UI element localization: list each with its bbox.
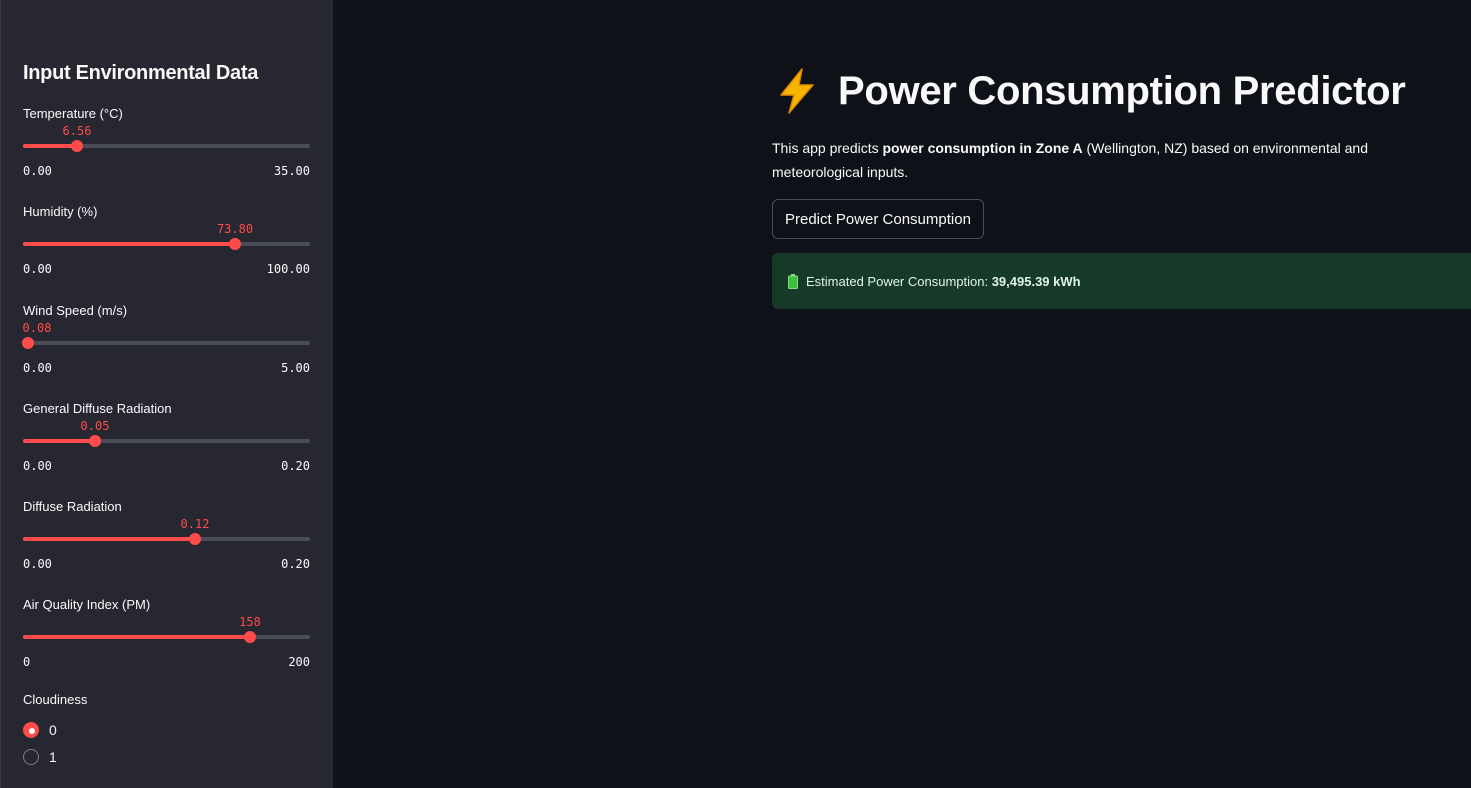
slider-track[interactable] [23, 140, 310, 152]
slider-value: 73.80 [216, 222, 254, 236]
diffuse-radiation-slider[interactable]: Diffuse Radiation 0.12 0.00 0.20 [23, 499, 310, 571]
slider-label: Diffuse Radiation [23, 499, 122, 514]
main-content: Power Consumption Predictor This app pre… [772, 0, 1471, 788]
cloudiness-label: Cloudiness [23, 692, 88, 707]
humidity-slider[interactable]: Humidity (%) 73.80 0.00 100.00 [23, 204, 310, 276]
slider-thumb[interactable] [244, 631, 256, 643]
radio-button-unchecked[interactable] [23, 749, 39, 765]
slider-track[interactable] [23, 238, 310, 250]
result-value: 39,495.39 kWh [991, 273, 1081, 289]
slider-label: Air Quality Index (PM) [23, 597, 151, 612]
slider-fill [23, 537, 195, 541]
wind-speed-slider[interactable]: Wind Speed (m/s) 0.08 0.00 5.00 [22, 303, 310, 375]
app-description: This app predicts power consumption in Z… [772, 136, 1432, 184]
slider-fill [23, 635, 250, 639]
air-quality-index-slider[interactable]: Air Quality Index (PM) 158 0 200 [23, 597, 310, 669]
slider-min: 0.00 [23, 262, 52, 276]
result-label: Estimated Power Consumption: [806, 273, 992, 289]
slider-fill [23, 439, 95, 443]
slider-value: 0.12 [180, 517, 210, 531]
slider-max: 200 [288, 655, 310, 669]
radio-button-checked[interactable] [23, 722, 39, 738]
slider-max: 35.00 [273, 164, 310, 178]
slider-min: 0.00 [23, 459, 52, 473]
description-text: This app predicts [772, 140, 883, 156]
slider-track[interactable] [23, 631, 310, 643]
slider-thumb[interactable] [71, 140, 83, 152]
slider-fill [23, 242, 235, 246]
slider-min: 0.00 [23, 164, 52, 178]
slider-min: 0.00 [23, 361, 52, 375]
slider-thumb[interactable] [189, 533, 201, 545]
app: Input Environmental Data Temperature (°C… [0, 0, 1471, 788]
cloudiness-radio-group: Cloudiness 0 1 [23, 692, 88, 765]
slider-label: General Diffuse Radiation [23, 401, 172, 416]
radio-option-label: 0 [49, 722, 57, 738]
slider-track[interactable] [23, 435, 310, 447]
temperature-slider[interactable]: Temperature (°C) 6.56 0.00 35.00 [23, 106, 310, 178]
slider-max: 5.00 [281, 361, 310, 375]
radio-option-label: 1 [49, 749, 57, 765]
sidebar-title: Input Environmental Data [23, 62, 259, 84]
slider-thumb[interactable] [229, 238, 241, 250]
slider-value: 6.56 [62, 124, 92, 138]
general-diffuse-radiation-slider[interactable]: General Diffuse Radiation 0.05 0.00 0.20 [23, 401, 310, 473]
sidebar: Input Environmental Data Temperature (°C… [0, 0, 333, 788]
slider-value: 158 [239, 615, 261, 629]
slider-max: 100.00 [266, 262, 310, 276]
cloudiness-option-1[interactable]: 1 [23, 749, 57, 765]
slider-max: 0.20 [281, 557, 310, 571]
page-header: Power Consumption Predictor [772, 66, 1406, 116]
slider-track[interactable] [22, 337, 310, 349]
lightning-bolt-icon [780, 68, 814, 114]
slider-min: 0 [23, 655, 31, 669]
result-text: Estimated Power Consumption: 39,495.39 k… [806, 274, 1081, 289]
slider-max: 0.20 [281, 459, 310, 473]
slider-label: Temperature (°C) [23, 106, 123, 121]
battery-icon [788, 273, 798, 289]
slider-fill [23, 144, 77, 148]
slider-thumb[interactable] [89, 435, 101, 447]
slider-label: Humidity (%) [23, 204, 98, 219]
slider-thumb[interactable] [22, 337, 34, 349]
page-title: Power Consumption Predictor [838, 68, 1406, 113]
result-success-box: Estimated Power Consumption: 39,495.39 k… [772, 253, 1471, 309]
slider-label: Wind Speed (m/s) [23, 303, 128, 318]
predict-button[interactable]: Predict Power Consumption [772, 199, 984, 239]
cloudiness-option-0[interactable]: 0 [23, 722, 57, 738]
slider-value: 0.05 [80, 419, 110, 433]
slider-track[interactable] [23, 533, 310, 545]
description-bold-text: power consumption in Zone A [882, 140, 1083, 156]
slider-value: 0.08 [22, 321, 52, 335]
slider-min: 0.00 [23, 557, 52, 571]
